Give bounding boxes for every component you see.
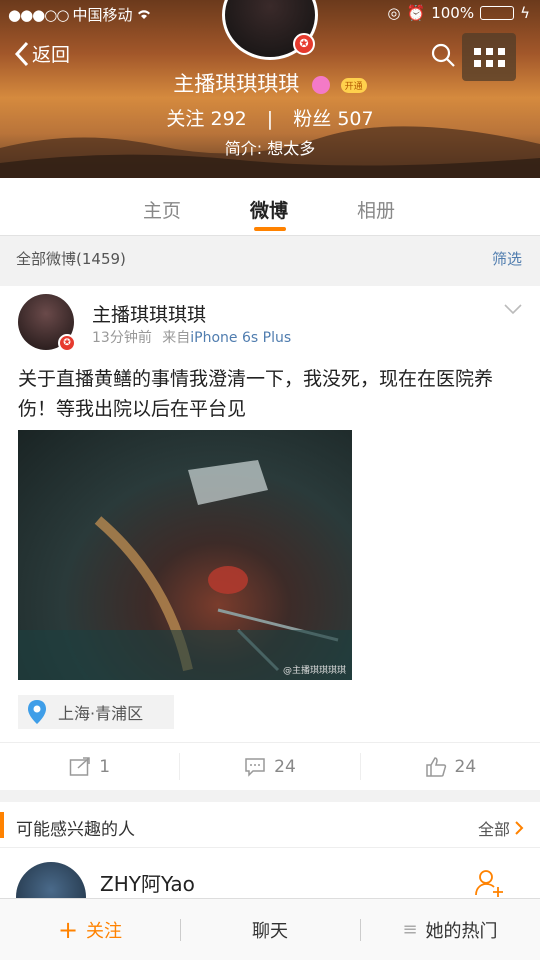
recommend-section: 可能感兴趣的人 全部 ZHY阿Yao — [0, 802, 540, 932]
thumbs-up-icon — [425, 756, 446, 777]
back-button[interactable]: 返回 — [14, 40, 70, 67]
grid-dot-icon — [485, 59, 493, 67]
verified-badge-icon: ✪ — [58, 334, 76, 352]
add-user-icon — [475, 870, 503, 897]
suggested-user-name[interactable]: ZHY阿Yao — [100, 868, 195, 897]
battery-percent: 100% — [431, 4, 475, 22]
follow-stats: 关注 292 | 粉丝 507 — [0, 104, 540, 131]
post-image[interactable]: @主播琪琪琪琪 — [18, 430, 352, 680]
active-tab-indicator — [254, 227, 286, 231]
profile-username-row: 主播琪琪琪琪 开通 — [0, 68, 540, 98]
hot-posts-label: 她的热门 — [425, 920, 498, 942]
post-time: 13分钟前 — [92, 330, 152, 346]
filter-button[interactable]: 筛选 — [492, 248, 522, 269]
verified-badge-icon: ✪ — [293, 33, 315, 55]
grid-dot-icon — [473, 47, 481, 55]
like-button[interactable]: 24 — [361, 753, 540, 780]
post-source-prefix: 来自 — [162, 330, 191, 346]
grid-dot-icon — [473, 59, 481, 67]
chat-button[interactable]: 聊天 — [180, 899, 360, 960]
alarm-icon: ⏰ — [406, 4, 426, 22]
vip-open-badge[interactable]: 开通 — [340, 77, 367, 93]
recommend-header: 可能感兴趣的人 全部 — [0, 802, 540, 848]
bottom-action-bar: + 关注 聊天 ≡ 她的热门 — [0, 898, 540, 960]
post-author-avatar[interactable]: ✪ — [18, 294, 76, 352]
vip-icon — [311, 76, 330, 94]
chat-label: 聊天 — [252, 920, 288, 942]
repost-count: 1 — [99, 756, 111, 777]
followers-label: 粉丝 — [293, 108, 332, 130]
tab-album[interactable]: 相册 — [357, 196, 395, 223]
grid-dot-icon — [497, 59, 505, 67]
comment-count: 24 — [274, 756, 296, 777]
grid-dot-icon — [485, 47, 493, 55]
image-watermark: @主播琪琪琪琪 — [282, 666, 346, 676]
like-count: 24 — [454, 756, 477, 777]
post-actions: 1 24 24 — [0, 742, 540, 790]
location-pin-icon — [28, 700, 46, 724]
chevron-down-icon — [504, 304, 522, 315]
followers-count: 507 — [337, 108, 374, 130]
menu-icon: ≡ — [402, 919, 418, 940]
following-count: 292 — [210, 108, 247, 130]
profile-header: ●●●○○ 中国移动 17:35 ◎ ⏰ 100% ϟ ✪ 返回 主播琪琪琪琪 … — [0, 0, 540, 178]
search-icon — [431, 43, 455, 67]
recommend-title: 可能感兴趣的人 — [16, 820, 135, 840]
grid-dot-icon — [497, 47, 505, 55]
post-image-illustration — [18, 460, 352, 680]
tab-home[interactable]: 主页 — [143, 196, 181, 223]
stats-divider: | — [266, 108, 274, 130]
post-author-name[interactable]: 主播琪琪琪琪 — [92, 300, 206, 327]
tab-weibo[interactable]: 微博 — [250, 196, 288, 223]
follow-label: 关注 — [86, 920, 123, 942]
profile-tabs: 主页 微博 相册 — [0, 178, 540, 236]
post-source[interactable]: iPhone 6s Plus — [190, 330, 291, 346]
filter-bar: 全部微博(1459) 筛选 — [0, 237, 540, 275]
lock-rotation-icon: ◎ — [387, 4, 401, 22]
followers-link[interactable]: 粉丝 507 — [293, 108, 373, 130]
add-user-button[interactable] — [474, 868, 504, 902]
post-text: 关于直播黄鳝的事情我澄清一下，我没死，现在在医院养伤！等我出院以后在平台见 — [18, 368, 494, 420]
chevron-right-icon — [515, 821, 524, 835]
section-accent-bar — [0, 812, 4, 838]
all-posts-count: 全部微博(1459) — [16, 250, 126, 268]
follow-button[interactable]: + 关注 — [0, 899, 180, 960]
back-label: 返回 — [32, 44, 71, 66]
charging-icon: ϟ — [520, 4, 530, 22]
plus-icon: + — [57, 915, 79, 944]
profile-avatar[interactable]: ✪ — [222, 0, 318, 60]
repost-icon — [70, 756, 90, 776]
location-tag[interactable]: 上海·青浦区 — [18, 695, 174, 729]
post-meta: 13分钟前 来自iPhone 6s Plus — [92, 327, 291, 347]
hot-posts-button[interactable]: ≡ 她的热门 — [360, 899, 540, 960]
profile-username: 主播琪琪琪琪 — [173, 72, 300, 96]
post-options-button[interactable] — [504, 300, 522, 319]
recommend-all-label: 全部 — [477, 820, 510, 839]
following-label: 关注 — [166, 108, 205, 130]
battery-icon — [480, 6, 515, 20]
comment-button[interactable]: 24 — [180, 753, 361, 780]
repost-button[interactable]: 1 — [0, 753, 181, 780]
profile-bio: 简介: 想太多 — [224, 139, 316, 158]
following-link[interactable]: 关注 292 — [166, 108, 246, 130]
comment-icon — [245, 757, 265, 777]
chevron-left-icon — [14, 41, 29, 66]
post-card[interactable]: ✪ 主播琪琪琪琪 13分钟前 来自iPhone 6s Plus 关于直播黄鳝的事… — [0, 286, 540, 790]
location-label: 上海·青浦区 — [58, 704, 144, 723]
recommend-all-button[interactable]: 全部 — [478, 816, 524, 840]
